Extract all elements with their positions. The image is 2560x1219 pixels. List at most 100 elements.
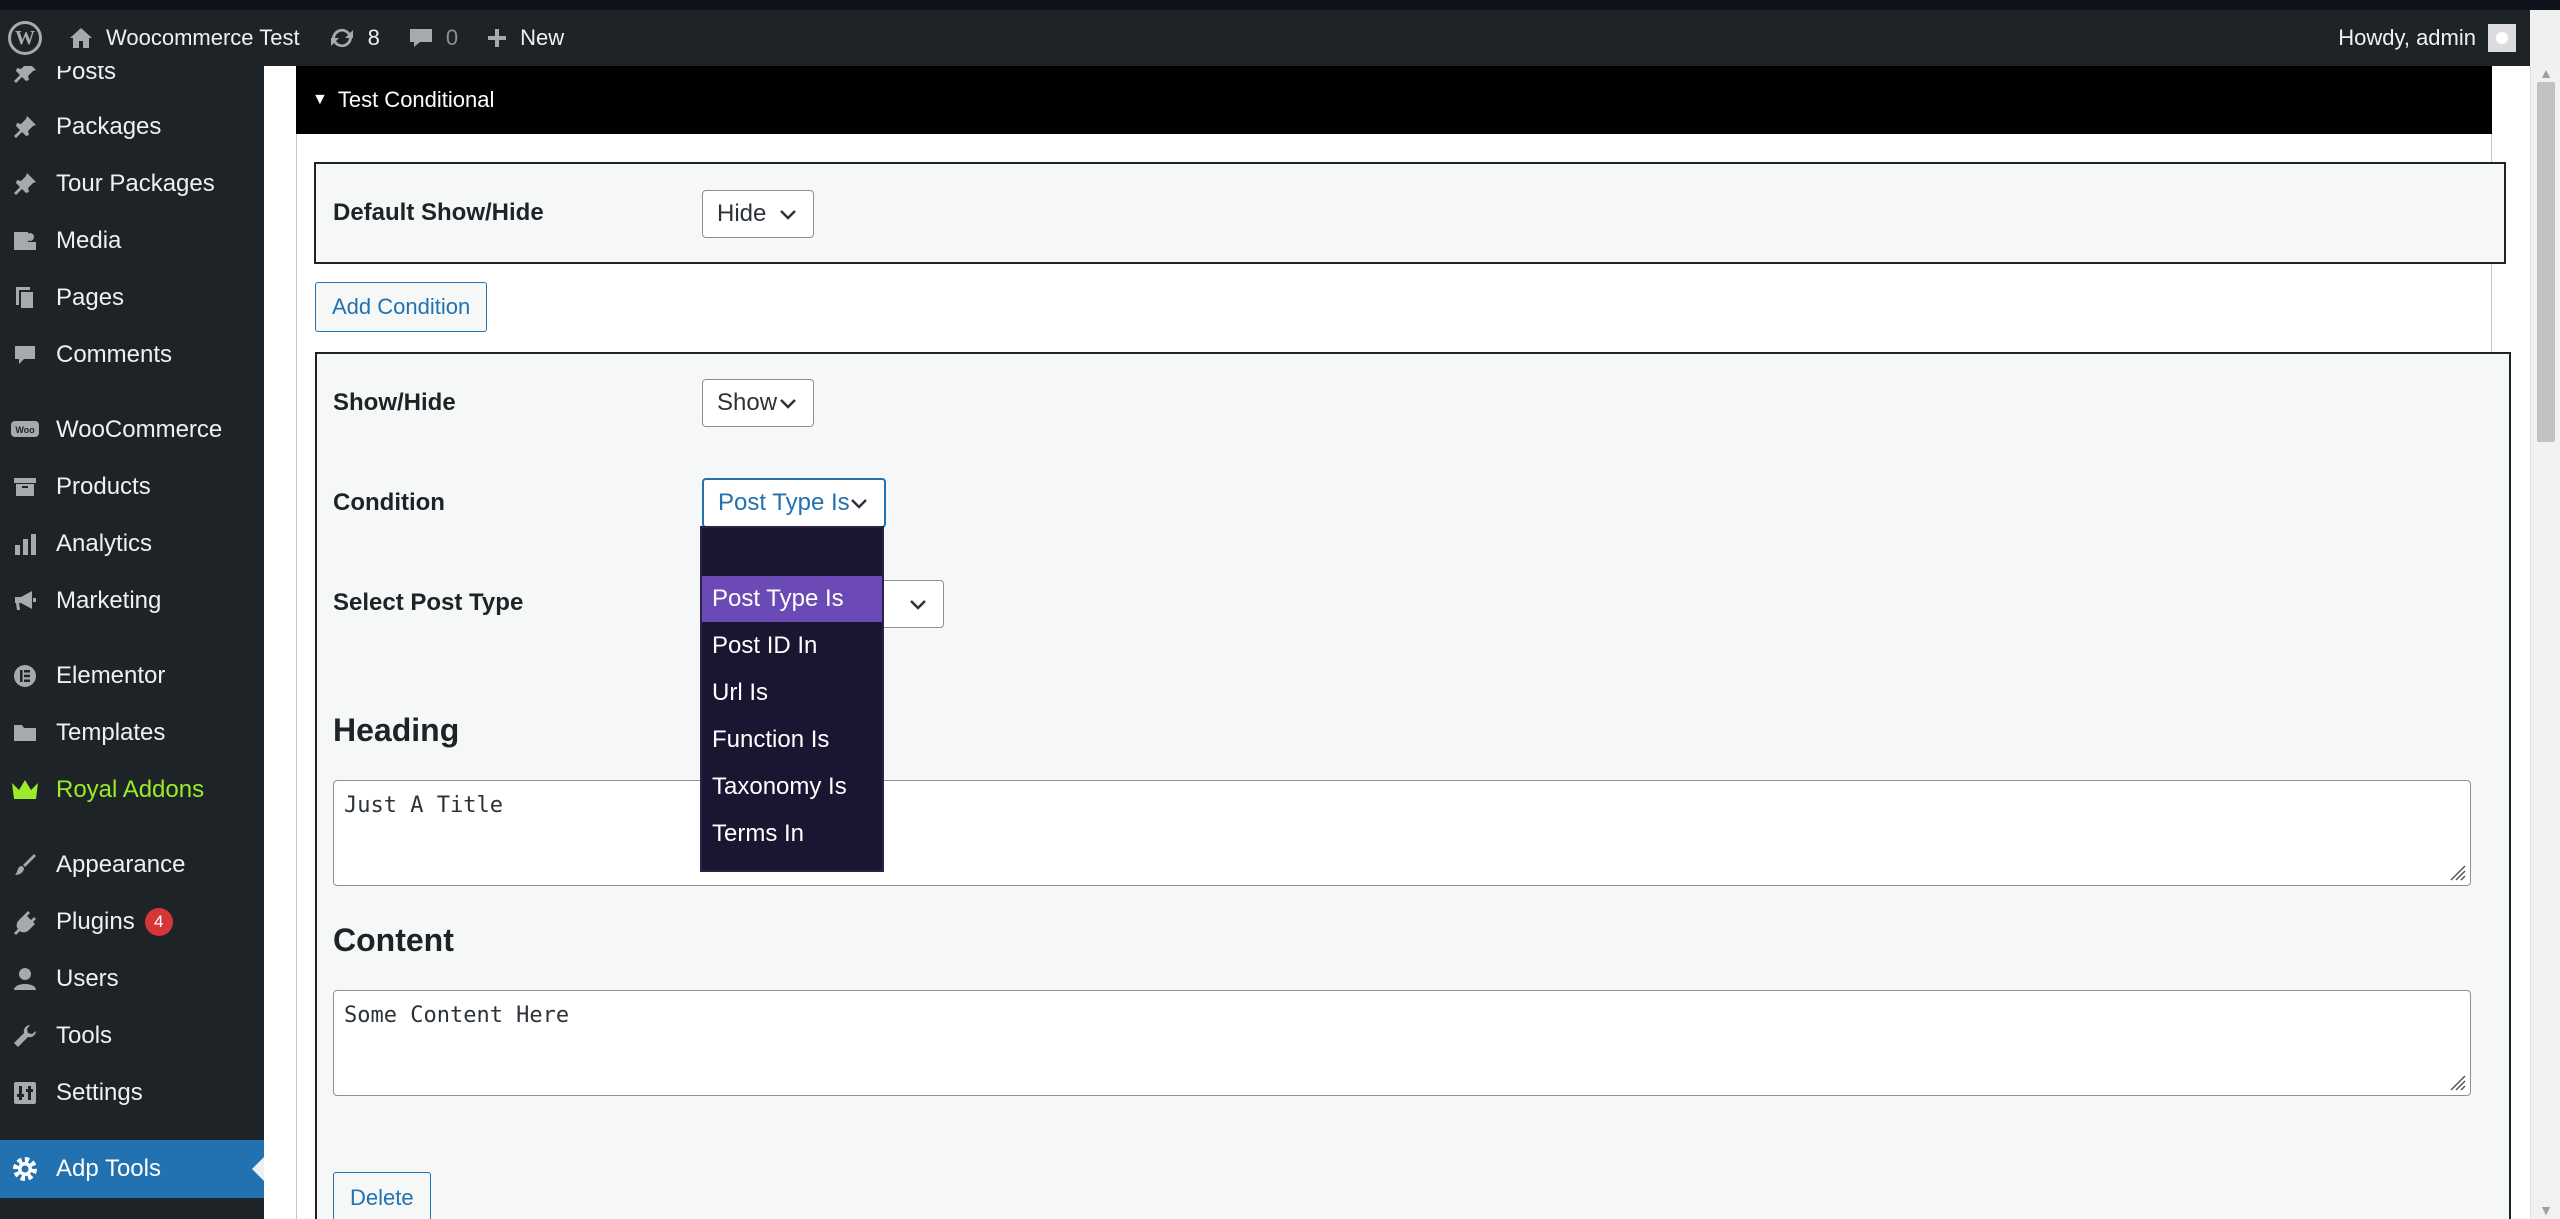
conditional-panel-header[interactable]: ▼ Test Conditional [296,66,2492,134]
svg-text:Woo: Woo [15,425,35,435]
condition-label: Condition [333,489,445,516]
sidebar-item-label: Comments [56,341,173,368]
sidebar-item-woocommerce[interactable]: Woo WooCommerce [0,404,264,456]
sidebar-item-tools[interactable]: Tools [0,1010,264,1062]
sidebar-item-label: Tools [56,1022,113,1049]
sidebar-item-elementor[interactable]: Elementor [0,650,264,702]
brush-icon [10,850,40,880]
sidebar-item-comments[interactable]: Comments [0,329,264,381]
sidebar-item-royal-addons[interactable]: Royal Addons [0,764,264,816]
sidebar-item-appearance[interactable]: Appearance [0,839,264,891]
sidebar-item-label: Templates [56,719,166,746]
wordpress-icon: W [8,21,42,55]
add-condition-button[interactable]: Add Condition [315,282,488,332]
main-content: ▼ Test Conditional Default Show/Hide Hid… [264,66,2530,1219]
sidebar-item-label: Royal Addons [56,776,205,803]
sidebar-item-templates[interactable]: Templates [0,707,264,759]
sidebar-item-marketing[interactable]: Marketing [0,575,264,627]
sidebar-item-label: Tour Packages [56,170,215,197]
settings-icon [10,1078,40,1108]
chevron-down-icon [910,600,926,610]
sidebar-item-tour-packages[interactable]: Tour Packages [0,158,264,210]
condition-dropdown-list: Post Type Is Post ID In Url Is Function … [700,526,884,872]
chevron-down-icon [780,210,796,220]
wp-logo-button[interactable]: W [0,10,54,66]
sidebar-item-packages[interactable]: Packages [0,101,264,153]
crown-icon [10,775,40,805]
resize-grip-icon[interactable] [2444,1069,2466,1091]
sidebar-item-analytics[interactable]: Analytics [0,518,264,570]
user-icon [10,964,40,994]
page-scrollbar[interactable]: ▲ ▼ [2530,66,2560,1219]
dropdown-option-url-is[interactable]: Url Is [702,670,882,716]
scrollbar-thumb[interactable] [2537,82,2555,442]
sidebar-item-label: Analytics [56,530,153,557]
sidebar-item-label: Elementor [56,662,166,689]
folder-icon [10,718,40,748]
sidebar-item-settings[interactable]: Settings [0,1067,264,1119]
gear-icon [10,1154,40,1184]
show-hide-label: Show/Hide [333,389,456,416]
condition-value: Post Type Is [718,489,850,516]
show-hide-select[interactable]: Show [702,379,814,427]
sidebar-item-label: Marketing [56,587,162,614]
dropdown-option-post-type-is[interactable]: Post Type Is [702,576,882,622]
dropdown-option-empty[interactable] [702,528,882,574]
updates-count: 8 [367,25,380,50]
pin-icon [10,66,40,87]
scroll-down-arrow-icon[interactable]: ▼ [2539,1203,2553,1217]
sidebar-item-label: WooCommerce [56,416,223,443]
dropdown-option-taxonomy-is[interactable]: Taxonomy Is [702,764,882,810]
site-name-link[interactable]: Woocommerce Test [54,10,314,66]
comment-icon [408,26,434,50]
condition-select[interactable]: Post Type Is [702,478,886,528]
home-icon [68,26,94,50]
default-visibility-box [314,162,2506,264]
content-textarea[interactable]: Some Content Here [333,990,2471,1096]
megaphone-icon [10,586,40,616]
current-menu-arrow [252,1157,264,1181]
chevron-down-icon [780,399,796,409]
default-show-hide-select[interactable]: Hide [702,190,814,238]
panel-title: Test Conditional [337,87,495,112]
sidebar-item-label: Plugins [56,908,135,935]
new-content-link[interactable]: New [472,10,578,66]
sidebar-item-users[interactable]: Users [0,953,264,1005]
resize-grip-icon[interactable] [2444,859,2466,881]
default-show-hide-value: Hide [717,200,767,227]
sidebar-item-label: Posts [56,66,117,85]
sidebar-item-products[interactable]: Products [0,461,264,513]
plugins-update-badge: 4 [144,908,173,936]
delete-button[interactable]: Delete [333,1172,431,1219]
sidebar-item-pages[interactable]: Pages [0,272,264,324]
updates-link[interactable]: 8 [314,10,394,66]
howdy-text: Howdy, admin [2338,25,2476,50]
sidebar-item-label: Pages [56,284,125,311]
updates-icon [328,26,356,50]
admin-bar: W Woocommerce Test 8 0 New Howdy, admin [0,10,2530,66]
woo-icon: Woo [10,415,40,445]
bar-chart-icon [10,529,40,559]
scroll-up-arrow-icon[interactable]: ▲ [2539,66,2553,80]
pages-icon [10,283,40,313]
comments-link[interactable]: 0 [394,10,472,66]
collapse-triangle-icon: ▼ [312,91,328,108]
heading-textarea[interactable]: Just A Title [333,780,2471,886]
pin-icon [10,112,40,142]
sidebar-item-media[interactable]: Media [0,215,264,267]
comment-icon [10,340,40,370]
content-value: Some Content Here [344,1003,570,1028]
select-post-type-label: Select Post Type [333,589,524,616]
plug-icon [10,907,40,937]
default-show-hide-label: Default Show/Hide [333,199,544,226]
sidebar-item-plugins[interactable]: Plugins 4 [0,896,264,948]
sidebar-item-adp-tools[interactable]: Adp Tools [0,1140,264,1198]
sidebar-item-posts[interactable]: Posts [0,66,264,98]
my-account-link[interactable]: Howdy, admin [2324,10,2530,66]
admin-sidebar: Posts Packages Tour Packages Media Pages… [0,66,264,1219]
sidebar-item-label: Products [56,473,151,500]
dropdown-option-function-is[interactable]: Function Is [702,717,882,763]
dropdown-option-post-id-in[interactable]: Post ID In [702,623,882,669]
dropdown-option-terms-in[interactable]: Terms In [702,811,882,857]
sidebar-item-label: Settings [56,1079,143,1106]
